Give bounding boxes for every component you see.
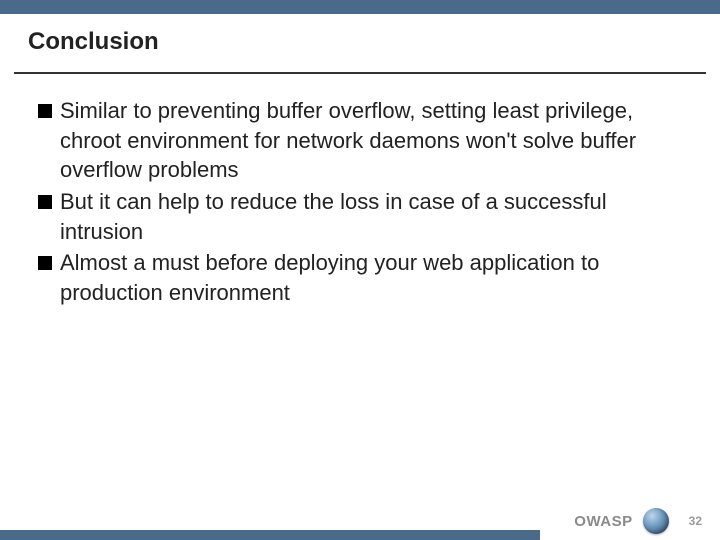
- footer-accent-bar: [0, 530, 540, 540]
- slide-content: Similar to preventing buffer overflow, s…: [0, 74, 720, 308]
- square-bullet-icon: [38, 256, 52, 270]
- square-bullet-icon: [38, 195, 52, 209]
- bullet-text: But it can help to reduce the loss in ca…: [60, 187, 680, 246]
- bullet-text: Similar to preventing buffer overflow, s…: [60, 96, 680, 185]
- top-accent-bar: [0, 0, 720, 14]
- footer-right: OWASP 32: [574, 508, 702, 534]
- bullet-item: Similar to preventing buffer overflow, s…: [38, 96, 680, 185]
- slide-footer: OWASP 32: [0, 500, 720, 540]
- bullet-item: But it can help to reduce the loss in ca…: [38, 187, 680, 246]
- square-bullet-icon: [38, 104, 52, 118]
- slide-title: Conclusion: [28, 28, 720, 56]
- page-number: 32: [689, 514, 702, 528]
- bullet-text: Almost a must before deploying your web …: [60, 248, 680, 307]
- globe-icon: [643, 508, 669, 534]
- bullet-item: Almost a must before deploying your web …: [38, 248, 680, 307]
- org-label: OWASP: [574, 513, 632, 530]
- title-area: Conclusion: [0, 14, 720, 62]
